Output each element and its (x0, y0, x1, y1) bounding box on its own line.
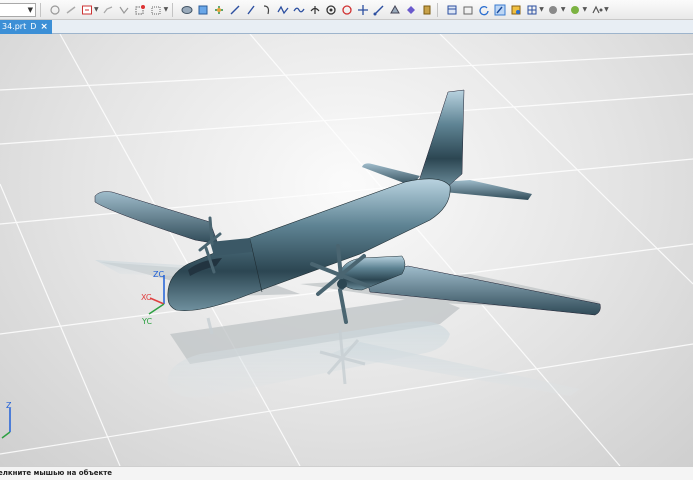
show-icon[interactable] (102, 3, 115, 16)
box-select-icon[interactable] (134, 3, 147, 16)
toolbar-separator (40, 2, 41, 17)
line-icon[interactable] (212, 3, 225, 16)
filter-icon[interactable] (404, 3, 417, 16)
chevron-down-icon[interactable]: ▼ (561, 6, 566, 13)
render-icon[interactable] (150, 3, 163, 16)
spline-icon[interactable] (260, 3, 273, 16)
link-icon[interactable] (118, 3, 131, 16)
document-tab-bar: 34.prt D × (0, 20, 693, 34)
edit-icon[interactable] (509, 3, 522, 16)
toolbar-separator (172, 2, 174, 17)
palette-icon[interactable] (547, 3, 560, 16)
sphere-icon[interactable] (569, 3, 582, 16)
layer-icon[interactable] (80, 3, 93, 16)
chevron-down-icon[interactable]: ▼ (94, 6, 99, 13)
arc-icon[interactable] (244, 3, 257, 16)
view-triad (1, 408, 11, 439)
circle-icon[interactable] (324, 3, 337, 16)
highlight-icon[interactable] (493, 3, 506, 16)
chevron-down-icon: ▼ (27, 5, 33, 14)
cross-icon[interactable] (340, 3, 353, 16)
left-wing (94, 191, 219, 245)
close-icon[interactable]: × (40, 20, 48, 34)
right-spinner (337, 279, 347, 289)
chevron-down-icon[interactable]: ▼ (583, 6, 588, 13)
status-message: елкните мышью на объекте (0, 469, 113, 477)
right-stabilizer (440, 180, 532, 200)
snap-icon[interactable] (196, 3, 209, 16)
rotate-icon[interactable] (477, 3, 490, 16)
toolbar: ▼ ▼ ▼ ▼ ▼ ▼ ▼ (0, 0, 693, 20)
graphics-viewport[interactable]: ZC XC YC Z (0, 34, 693, 466)
select-icon[interactable] (48, 3, 61, 16)
analysis-icon[interactable] (372, 3, 385, 16)
chevron-down-icon[interactable]: ▼ (604, 6, 609, 13)
triad-z-label: Z (6, 401, 12, 410)
chevron-down-icon[interactable]: ▼ (539, 6, 544, 13)
tools-icon[interactable] (590, 3, 603, 16)
measure-icon[interactable] (356, 3, 369, 16)
point-icon[interactable] (308, 3, 321, 16)
material-icon[interactable] (420, 3, 433, 16)
grid-icon[interactable] (525, 3, 538, 16)
plane-icon[interactable] (292, 3, 305, 16)
shade-icon[interactable] (388, 3, 401, 16)
vertical-tail (417, 89, 465, 189)
pencil-icon[interactable] (228, 3, 241, 16)
table-icon[interactable] (461, 3, 474, 16)
xc-label: XC (141, 293, 152, 302)
chevron-down-icon[interactable]: ▼ (164, 6, 169, 13)
hide-icon[interactable] (64, 3, 77, 16)
tab-label: 34.prt (2, 22, 27, 31)
curve-icon[interactable] (276, 3, 289, 16)
yc-label: YC (141, 317, 152, 326)
view-icon[interactable] (445, 3, 458, 16)
tab-part-file[interactable]: 34.prt D × (0, 20, 52, 34)
tab-modified-marker: D (30, 22, 37, 31)
toolbar-separator (437, 2, 439, 17)
selection-filter-dropdown[interactable]: ▼ (0, 2, 36, 17)
model-scene: ZC XC YC Z (0, 34, 693, 466)
status-bar: елкните мышью на объекте (0, 466, 693, 480)
zc-label: ZC (153, 270, 164, 279)
fit-icon[interactable] (180, 3, 193, 16)
